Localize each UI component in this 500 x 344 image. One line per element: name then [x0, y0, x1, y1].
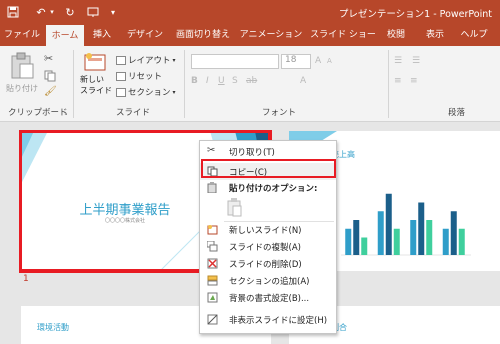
menu-item-delete-slide[interactable]: スライドの削除(D): [200, 255, 336, 272]
tab-transitions[interactable]: 画面切り替え: [172, 24, 234, 46]
layout-button[interactable]: レイアウト ▾: [116, 54, 176, 66]
section-icon: [116, 87, 126, 97]
bullets-icon[interactable]: ☰: [394, 56, 402, 66]
section-button[interactable]: セクション ▾: [116, 86, 176, 98]
menu-item-cut[interactable]: ✂ 切り取り(T): [200, 143, 336, 160]
font-size-box[interactable]: 18: [281, 54, 311, 69]
paste-icon: [11, 52, 34, 79]
chart-bar: [361, 237, 368, 255]
paste-icon: [207, 182, 218, 194]
window-title: プレゼンテーション1 - PowerPoint: [338, 9, 492, 20]
tab-file[interactable]: ファイル: [2, 24, 42, 46]
hide-slide-icon: [207, 314, 218, 325]
slides-group-label: スライド: [116, 108, 151, 118]
chart-bar: [345, 228, 352, 255]
menu-item-format-background[interactable]: 背景の書式設定(B)...: [200, 289, 336, 306]
new-slide-icon: [207, 224, 218, 235]
format-painter-icon[interactable]: 🖌: [44, 86, 58, 98]
chart-bar: [393, 228, 400, 255]
chart-bar: [418, 202, 425, 255]
shrink-font-icon[interactable]: A: [327, 57, 332, 65]
reset-button[interactable]: リセット: [116, 70, 162, 82]
menu-item-paste-options: 貼り付けのオプション:: [200, 179, 336, 196]
chart-bar: [410, 220, 417, 255]
add-section-icon: [207, 275, 218, 286]
chart-bar: [377, 211, 384, 255]
customize-icon[interactable]: ▾: [108, 5, 118, 19]
tab-review[interactable]: 校閲: [382, 24, 410, 46]
chart-bar: [442, 228, 449, 255]
new-slide-icon: [84, 53, 106, 71]
chevron-down-icon: ▾: [172, 88, 176, 96]
strikethrough-icon[interactable]: ab: [246, 76, 257, 86]
tab-slideshow[interactable]: スライド ショー: [308, 24, 378, 46]
italic-icon[interactable]: I: [206, 76, 209, 86]
tab-help[interactable]: ヘルプ: [456, 24, 492, 46]
align-left-icon[interactable]: ≡: [394, 76, 402, 86]
copy-icon[interactable]: [44, 70, 58, 82]
font-group-label: フォント: [262, 108, 297, 118]
divider: [388, 50, 389, 118]
font-color-icon[interactable]: A: [300, 76, 306, 86]
chart-bar: [353, 220, 360, 255]
redo-icon[interactable]: ↻: [63, 5, 77, 19]
new-slide-button[interactable]: 新しい スライド: [78, 50, 112, 98]
paste-button[interactable]: 貼り付け: [6, 50, 38, 96]
menu-item-new-slide[interactable]: 新しいスライド(N): [200, 221, 336, 238]
divider: [184, 50, 185, 118]
grow-font-icon[interactable]: A: [315, 56, 321, 66]
copy-highlight: [201, 159, 336, 178]
chart-bar: [426, 220, 433, 255]
font-name-box[interactable]: [191, 54, 279, 69]
ribbon-tabs: ファイル ホーム 挿入 デザイン 画面切り替え アニメーション スライド ショー…: [0, 24, 500, 46]
layout-icon: [116, 55, 126, 65]
sales-bar-chart: [341, 193, 471, 256]
chart-bar: [458, 228, 465, 255]
paste-label: 貼り付け: [6, 84, 38, 93]
save-icon[interactable]: [6, 5, 20, 19]
new-slide-label: 新しい スライド: [80, 75, 112, 95]
undo-dropdown-icon[interactable]: ▾: [48, 5, 56, 19]
clipboard-launcher-icon[interactable]: ↘: [62, 109, 68, 117]
align-center-icon[interactable]: ≡: [410, 76, 418, 86]
slide3-title: 環境活動: [37, 323, 69, 332]
present-icon[interactable]: [86, 5, 100, 19]
paste-option-icon[interactable]: [227, 197, 243, 217]
tab-insert[interactable]: 挿入: [88, 24, 116, 46]
cut-icon: ✂: [207, 145, 216, 156]
bold-icon[interactable]: B: [191, 76, 198, 86]
numbering-icon[interactable]: ☰: [412, 56, 420, 66]
duplicate-slide-icon: [206, 240, 218, 252]
tab-animations[interactable]: アニメーション: [237, 24, 305, 46]
shadow-icon[interactable]: S: [232, 76, 238, 86]
undo-icon[interactable]: ↶: [34, 5, 48, 19]
ribbon: 貼り付け ✂ 🖌 クリップボード ↘ 新しい スライド レイアウト ▾ リセット …: [0, 46, 500, 122]
format-background-icon: [207, 292, 218, 303]
slide-number: 1: [23, 274, 29, 284]
chart-bar: [450, 211, 457, 255]
menu-item-hide-slide[interactable]: 非表示スライドに設定(H): [200, 311, 336, 328]
chart-bar: [385, 193, 392, 255]
cut-icon[interactable]: ✂: [44, 52, 58, 65]
tab-design[interactable]: デザイン: [120, 24, 170, 46]
title-bar: ↶ ▾ ↻ ▾ プレゼンテーション1 - PowerPoint: [0, 0, 500, 24]
menu-item-duplicate-slide[interactable]: スライドの複製(A): [200, 238, 336, 255]
delete-slide-icon: [207, 258, 218, 269]
divider: [73, 50, 74, 118]
chevron-down-icon: ▾: [172, 56, 176, 64]
tab-home[interactable]: ホーム: [46, 25, 84, 46]
paragraph-group-label: 段落: [448, 108, 466, 118]
underline-icon[interactable]: U: [218, 76, 225, 86]
tab-view[interactable]: 表示: [421, 24, 449, 46]
menu-item-add-section[interactable]: セクションの追加(A): [200, 272, 336, 289]
clipboard-group-label: クリップボード: [8, 108, 68, 118]
reset-icon: [116, 71, 126, 81]
